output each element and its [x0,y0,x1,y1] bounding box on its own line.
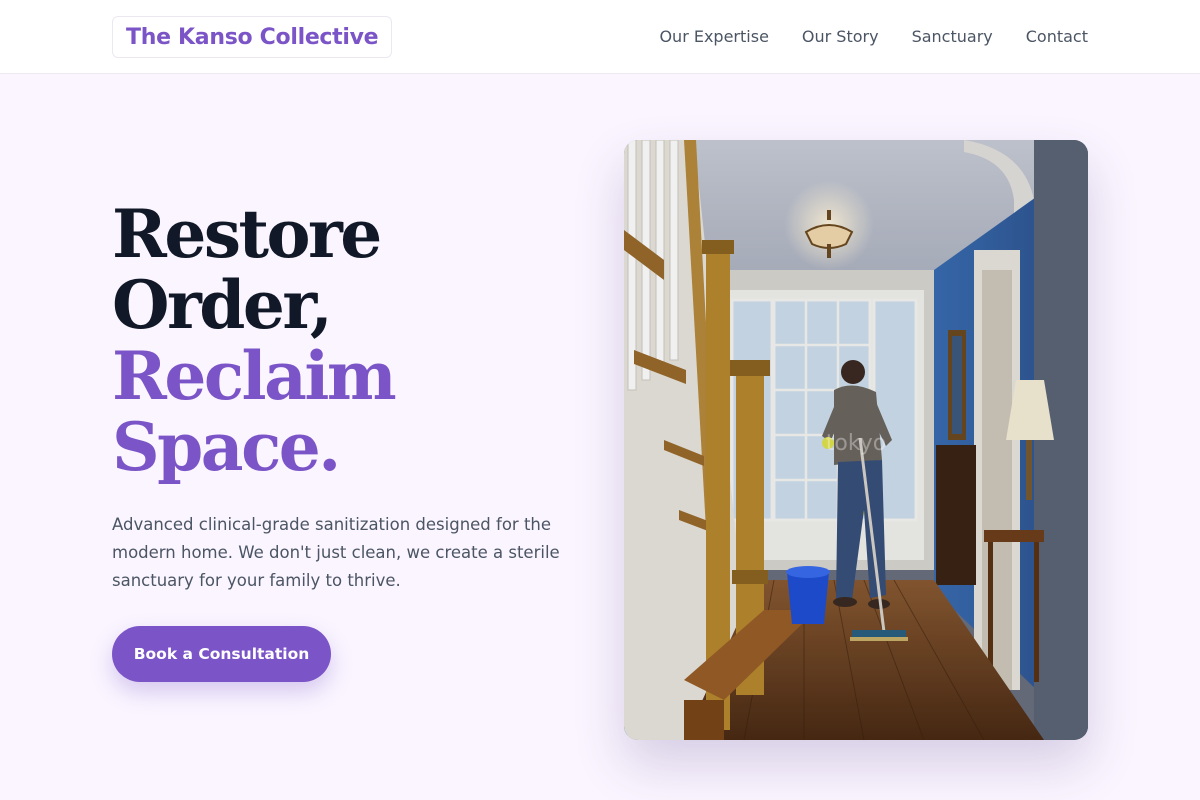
headline-line-1: Restore [112,195,382,273]
hero-description: Advanced clinical-grade sanitization des… [112,515,560,590]
nav-item-sanctuary[interactable]: Sanctuary [912,27,993,46]
nav-item-our-expertise[interactable]: Our Expertise [659,27,768,46]
headline-line-4: Space. [112,408,341,486]
image-watermark: tokyo [826,431,887,456]
nav-item-contact[interactable]: Contact [1026,27,1088,46]
nav-item-our-story[interactable]: Our Story [802,27,879,46]
main-nav: Our Expertise Our Story Sanctuary Contac… [659,0,1088,73]
hero-headline: Restore Order, Reclaim Space. [112,199,612,483]
hallway-cleaning-photo: tokyo [624,140,1088,740]
book-consultation-button[interactable]: Book a Consultation [112,626,331,682]
headline-line-3: Reclaim [112,337,397,415]
site-header: The Kanso Collective Our Expertise Our S… [0,0,1200,74]
headline-line-2: Order, [112,266,333,344]
brand-logo[interactable]: The Kanso Collective [112,16,393,58]
hero-image: tokyo [624,140,1088,740]
